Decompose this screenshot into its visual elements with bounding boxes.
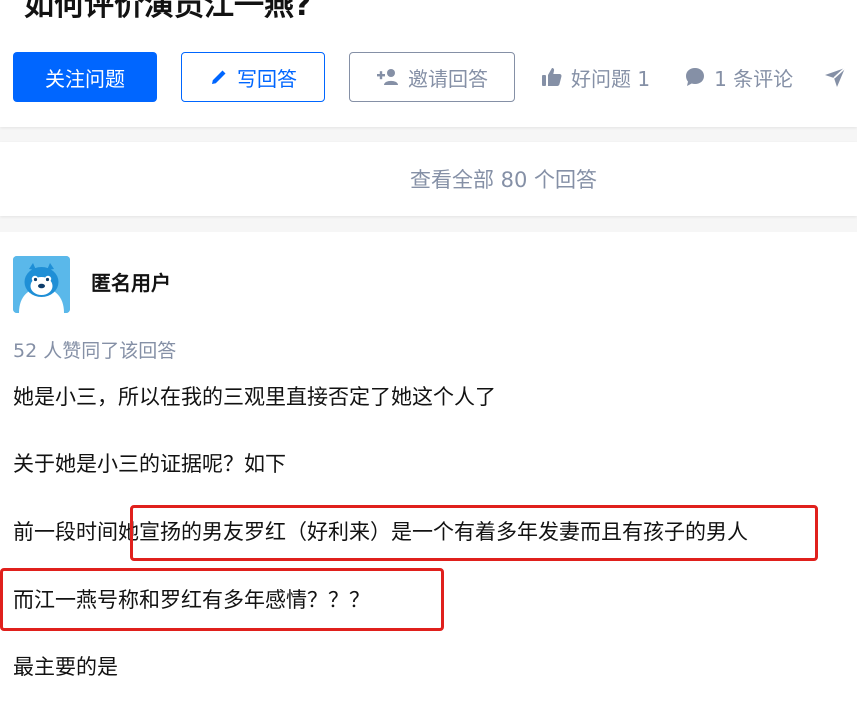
follow-question-label: 关注问题: [45, 66, 125, 91]
avatar[interactable]: [13, 256, 70, 313]
vote-count-text: 52 人赞同了该回答: [13, 340, 177, 362]
share-button[interactable]: [823, 66, 855, 88]
answer-paragraph: 关于她是小三的证据呢？如下: [13, 452, 286, 476]
write-answer-button[interactable]: 写回答: [181, 52, 325, 102]
highlight-box: [130, 505, 818, 561]
comment-label: 1 条评论: [714, 66, 794, 91]
invite-answer-label: 邀请回答: [408, 66, 488, 91]
question-actions: 关注问题 写回答 邀请回答 好问题 1 1 条评论: [13, 52, 855, 102]
view-all-answers-bar: 查看全部 80 个回答: [0, 142, 857, 216]
pencil-icon: [209, 67, 229, 87]
share-icon: [823, 66, 847, 88]
question-title: 如何评价演员江一燕?: [24, 0, 312, 23]
add-user-icon: [376, 67, 400, 87]
answer-paragraph: 她是小三，所以在我的三观里直接否定了她这个人了: [13, 385, 496, 409]
follow-question-button[interactable]: 关注问题: [13, 52, 157, 102]
highlight-box: [0, 568, 444, 631]
comment-icon: [684, 66, 706, 88]
write-answer-label: 写回答: [237, 66, 297, 91]
question-header: 如何评价演员江一燕? 关注问题 写回答 邀请回答 好问题 1 1 条评论: [0, 0, 857, 127]
comment-button[interactable]: 1 条评论: [684, 63, 793, 92]
answer-paragraph: 最主要的是: [13, 655, 118, 679]
invite-answer-button[interactable]: 邀请回答: [349, 52, 515, 102]
good-question-label: 好问题 1: [571, 66, 651, 91]
view-all-answers-link[interactable]: 查看全部 80 个回答: [260, 164, 597, 194]
good-question-button[interactable]: 好问题 1: [541, 63, 650, 92]
thumbs-up-icon: [541, 66, 563, 88]
author-name[interactable]: 匿名用户: [91, 268, 171, 298]
